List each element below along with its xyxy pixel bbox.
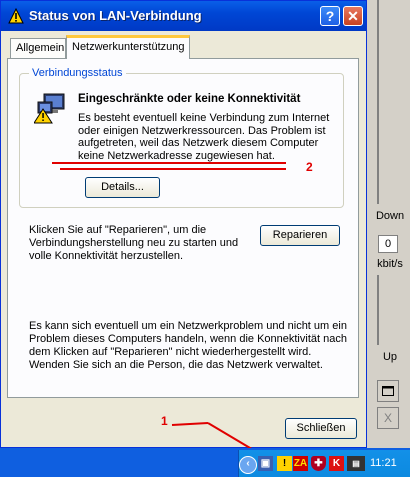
network-warning-tray-icon[interactable]: ! <box>277 456 292 471</box>
repair-instructions: Klicken Sie auf "Reparieren", um die Ver… <box>29 224 244 263</box>
extra-tray-icon[interactable]: ▤ <box>347 456 365 471</box>
security-shield-icon[interactable]: ✚ <box>311 456 326 471</box>
details-button[interactable]: Details... <box>85 177 160 198</box>
repair-line: Klicken Sie auf "Reparieren", um die <box>29 224 207 236</box>
close-widget-button[interactable]: X <box>377 407 399 429</box>
upload-label: Up <box>382 351 398 363</box>
download-value: 0 <box>378 235 398 253</box>
network-warning-icon <box>34 93 65 124</box>
window-toggle-button[interactable] <box>377 380 399 402</box>
repair-button[interactable]: Reparieren <box>260 225 340 246</box>
window-title: Status von LAN-Verbindung <box>29 8 202 23</box>
tab-allgemein[interactable]: Allgemein <box>10 38 66 58</box>
window-icon <box>382 386 394 396</box>
close-window-button[interactable]: ✕ <box>343 6 363 26</box>
title-bar[interactable]: Status von LAN-Verbindung ? ✕ <box>1 1 366 31</box>
help-button[interactable]: ? <box>320 6 340 26</box>
description-line: keine Netzwerkadresse zugewiesen hat. <box>78 149 275 162</box>
description-line: Es besteht eventuell keine Verbindung zu… <box>78 112 330 124</box>
warning-icon <box>8 8 24 24</box>
download-label: Down <box>375 210 405 222</box>
upload-meter <box>377 275 379 345</box>
underline-mark <box>60 168 286 170</box>
unit-label: kbit/s <box>377 258 403 270</box>
repair-line: Verbindungsherstellung neu zu starten un… <box>29 237 239 249</box>
status-heading: Eingeschränkte oder keine Konnektivität <box>78 93 301 105</box>
repair-line: volle Konnektivität herzustellen. <box>29 250 184 262</box>
description-line: oder einigen Netzwerkressourcen. Das Pro… <box>78 124 326 137</box>
group-label: Verbindungsstatus <box>29 67 126 79</box>
info-line: Problem dieses Computers handeln, wenn d… <box>29 333 347 345</box>
antivirus-icon[interactable]: K <box>329 456 344 471</box>
close-button[interactable]: Schließen <box>285 418 357 439</box>
taskbar-clock: 11:21 <box>370 457 397 469</box>
download-meter <box>377 0 379 204</box>
network-tray-icon[interactable]: ▣ <box>258 456 273 471</box>
annotation-number-1: 1 <box>161 414 168 428</box>
chevron-left-icon[interactable]: ‹ <box>239 456 257 474</box>
underline-mark <box>52 162 286 164</box>
status-description: Es besteht eventuell keine Verbindung zu… <box>78 112 340 162</box>
description-line: aufgetreten, weil das Netzwerk diesem Co… <box>78 137 319 149</box>
annotation-number-2: 2 <box>306 160 313 174</box>
tab-netzwerkunterstuetzung[interactable]: Netzwerkunterstützung <box>66 35 190 59</box>
info-text: Es kann sich eventuell um ein Netzwerkpr… <box>29 320 349 372</box>
info-line: Es kann sich eventuell um ein Netzwerkpr… <box>29 320 347 332</box>
info-line: dem Klicken auf "Reparieren" nicht wiede… <box>29 346 312 358</box>
zonealarm-icon[interactable]: ZA <box>293 456 308 471</box>
info-line: Wenden Sie sich an die Person, die das N… <box>29 359 323 371</box>
